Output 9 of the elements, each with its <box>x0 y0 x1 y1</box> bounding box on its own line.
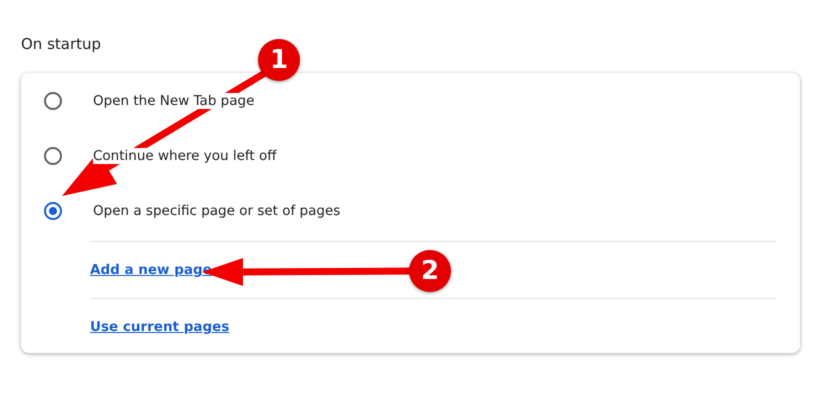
radio-button[interactable] <box>44 92 62 110</box>
radio-button[interactable] <box>44 146 62 164</box>
page-link[interactable]: Use current pages <box>90 319 230 335</box>
option-label: Open the New Tab page <box>93 92 254 108</box>
option-label: Open a specific page or set of pages <box>93 202 340 218</box>
radio-button[interactable] <box>44 202 62 220</box>
option-label: Continue where you left off <box>93 148 277 164</box>
section-title: On startup <box>21 35 102 53</box>
step-badge: 1 <box>258 39 300 81</box>
